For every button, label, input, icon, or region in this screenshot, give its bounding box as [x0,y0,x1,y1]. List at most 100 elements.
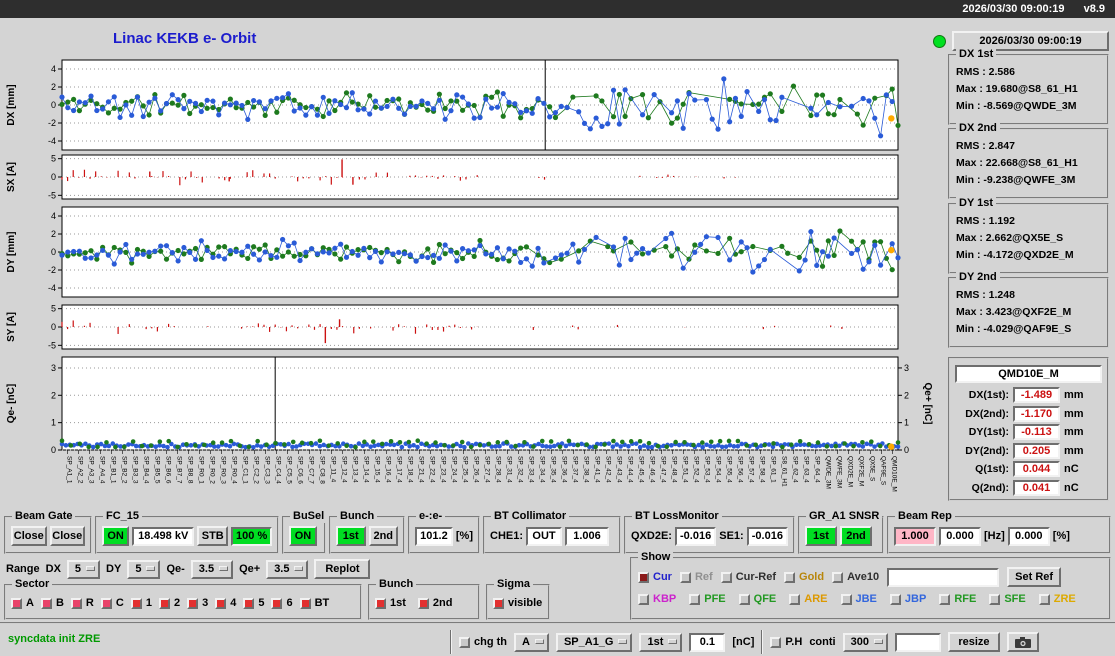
svg-text:SP_47_4: SP_47_4 [660,456,667,483]
checkbox-indicator-icon [40,597,52,609]
checkbox-label: B [55,597,64,609]
show-checkbox-kbp[interactable]: KBP [638,593,676,605]
extra-input[interactable] [894,632,941,652]
svg-text:SP_53_4: SP_53_4 [704,456,711,483]
monitor-row-q1: Q(1st): 0.044 nC [952,461,1107,477]
checkbox-indicator-icon [158,597,170,609]
separator [761,630,764,654]
titlebar: 2026/03/30 09:00:19 v8.9 [0,0,1115,18]
svg-text:2: 2 [51,229,56,239]
ph-checkbox[interactable]: P.H [770,636,802,648]
show-checkbox-pfe[interactable]: PFE [689,593,726,605]
show-checkbox-are[interactable]: ARE [789,593,828,605]
show-checkbox-ref[interactable]: Ref [679,571,713,583]
busel-on-button[interactable]: ON [289,526,317,546]
fc15-stb-button[interactable]: STB [197,526,229,546]
sector-checkbox-c[interactable]: C [100,597,124,609]
status-bar: syncdata init ZRE chg th A SP_A1_G 1st [… [0,622,1115,656]
range-dy-select[interactable]: 5 [127,559,161,579]
monitor-row-dx2: DX(2nd): -1.170 mm [952,405,1107,422]
svg-text:5: 5 [51,304,56,314]
show-checkbox-rfe[interactable]: RFE [939,593,976,605]
monitor-select[interactable]: SP_A1_G [555,632,633,652]
sector-checkbox-1[interactable]: 1 [130,597,152,609]
che1-display: OUT [526,526,563,546]
sector-checkbox-b[interactable]: B [40,597,64,609]
bunch-select[interactable]: 1st [639,632,683,652]
fc15-on-button[interactable]: ON [102,526,130,546]
gr-snsr-1st-button[interactable]: 1st [805,526,837,546]
range-qem-select[interactable]: 3.5 [190,559,234,579]
svg-text:Qe- [nC]: Qe- [nC] [6,384,17,423]
show-checkbox-qfe[interactable]: QFE [738,593,776,605]
bunch-2nd-button[interactable]: 2nd [368,526,398,546]
svg-text:-4: -4 [48,283,56,293]
sector-checkbox-2[interactable]: 2 [158,597,180,609]
monitor-title: QMD10E_M [955,365,1102,383]
checkbox-indicator-icon [789,593,801,605]
points-select[interactable]: 300 [842,632,888,652]
bunch-filter-group: Bunch 1st 2nd [368,578,480,620]
beam-gate-close-button-2[interactable]: Close [49,526,85,546]
svg-text:SP_54_4: SP_54_4 [715,456,722,483]
show-checkbox-jbp[interactable]: JBP [889,593,926,605]
snapshot-button[interactable] [1006,632,1039,652]
svg-text:QXD2E_M: QXD2E_M [847,456,854,487]
option-indicator-icon [146,566,156,571]
chg-th-checkbox[interactable]: chg th [459,636,507,648]
checkbox-indicator-icon [187,597,199,609]
monitor-row-dy2: DY(2nd): 0.205 mm [952,442,1107,459]
show-checkbox-gold[interactable]: Gold [784,571,824,583]
checkbox-indicator-icon [299,597,311,609]
svg-text:SP_A4_4: SP_A4_4 [99,456,106,484]
svg-text:SP_35_4: SP_35_4 [550,456,557,483]
gr-snsr-2nd-button[interactable]: 2nd [840,526,872,546]
checkbox-indicator-icon [784,571,796,583]
range-qem-value: 3.5 [198,563,215,575]
option-indicator-icon [294,566,304,571]
show-checkbox-cur[interactable]: Cur [638,571,672,583]
sector-checkbox-3[interactable]: 3 [187,597,208,609]
svg-text:SP_C8_8: SP_C8_8 [319,456,326,484]
sector-checkbox-5[interactable]: 5 [243,597,264,609]
sector-checkbox-r[interactable]: R [70,597,94,609]
sector-checkbox-4[interactable]: 4 [215,597,236,609]
range-qep-select[interactable]: 3.5 [266,559,309,579]
show-checkbox-jbe[interactable]: JBE [840,593,877,605]
checkbox-label: ARE [804,593,828,605]
stats-max: Max : 3.423@QXF2E_M [956,306,1072,318]
sector-checkbox-6[interactable]: 6 [271,597,293,609]
resize-button[interactable]: resize [947,632,1000,652]
bunch-1st-button[interactable]: 1st [336,526,366,546]
range-row: Range DX 5 DY 5 Qe- 3.5 Qe+ 3.5 Replot [6,558,371,580]
fc15-kv-display: 18.498 kV [132,526,195,546]
checkbox-indicator-icon [638,571,649,583]
beam-rep-percent-label: [%] [1052,530,1070,542]
stats-group-title: DX 1st [956,48,997,61]
svg-text:SP_22_4: SP_22_4 [429,456,436,483]
status-bar-controls: chg th A SP_A1_G 1st [nC] P.H conti 300 … [450,630,1039,654]
checkbox-label: Ref [694,571,713,583]
ref-name-input[interactable] [887,567,1000,587]
gr-snsr-group: GR_A1 SNSR 1st 2nd [798,510,884,554]
svg-text:DX [mm]: DX [mm] [6,84,17,125]
show-checkbox-zre[interactable]: ZRE [1038,593,1076,605]
sigma-visible-checkbox[interactable]: visible [493,597,542,609]
show-checkbox-sfe[interactable]: SFE [989,593,1026,605]
svg-text:SP_61_1: SP_61_1 [770,456,777,483]
checkbox-indicator-icon [738,593,750,605]
sector-checkbox-bt[interactable]: BT [299,597,329,609]
range-dx-select[interactable]: 5 [66,559,101,579]
beam-rep-hz-label: [Hz] [984,530,1005,542]
bunch-checkbox-2nd[interactable]: 2nd [417,597,452,609]
bunch-checkbox-1st[interactable]: 1st [375,597,406,609]
replot-button[interactable]: Replot [314,559,371,579]
sector-checkbox-a[interactable]: A [11,597,34,609]
beam-gate-close-button-1[interactable]: Close [11,526,47,546]
mode-select[interactable]: A [514,632,549,652]
stats-rms: RMS : 2.847 [956,140,1015,152]
threshold-input[interactable] [689,632,726,652]
show-checkbox-ave10[interactable]: Ave10 [832,571,879,583]
set-ref-button[interactable]: Set Ref [1007,567,1062,587]
show-checkbox-cur-ref[interactable]: Cur-Ref [720,571,776,583]
